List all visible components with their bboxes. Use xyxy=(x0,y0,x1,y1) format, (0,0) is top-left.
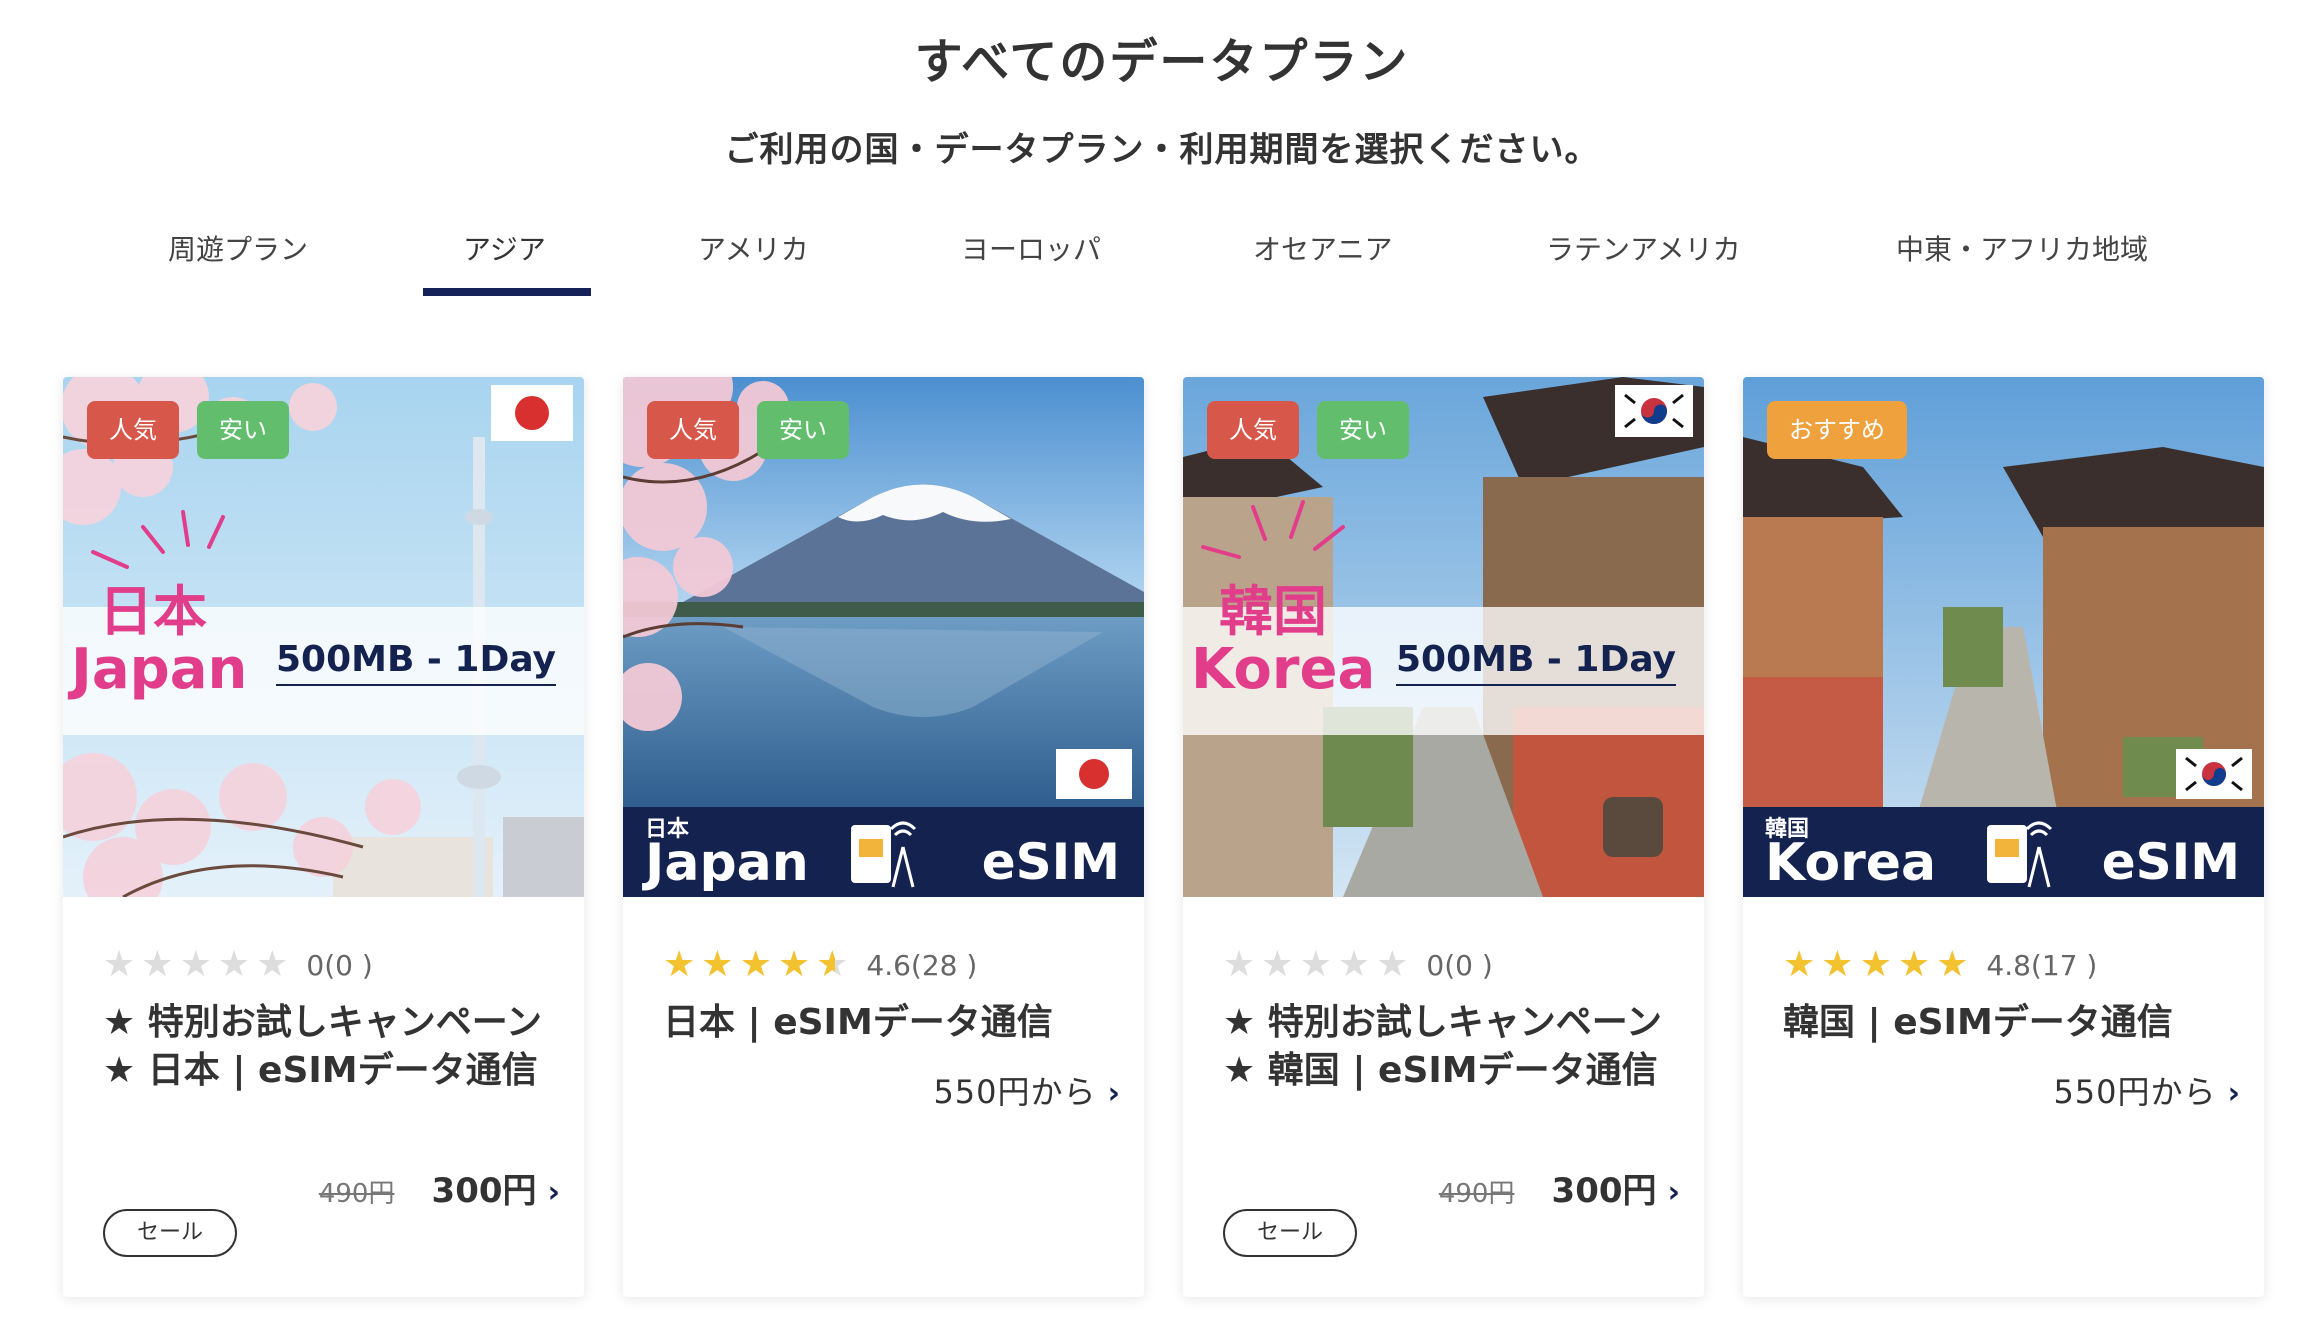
star-icon: ★ xyxy=(1897,944,1931,985)
sale-tag: セール xyxy=(1223,1209,1357,1257)
esim-banner: 日本 Japan eSIM xyxy=(623,807,1144,897)
active-tab-indicator xyxy=(423,288,591,296)
star-icon: ★ xyxy=(1859,944,1892,985)
star-icon: ★ xyxy=(1337,944,1371,985)
price-from: 550円から xyxy=(2053,1073,2217,1111)
price-row: 550円から › xyxy=(933,1067,1120,1113)
star-icon: ★ xyxy=(103,944,136,985)
plan-title[interactable]: 日本 | eSIMデータ通信 xyxy=(663,999,1103,1047)
rating: ★ ★ ★ ★ ★ 0(0 ) xyxy=(1223,947,1493,983)
plan-image: 韓国 Korea eSIM おすすめ xyxy=(1743,377,2264,897)
japan-flag-icon xyxy=(491,385,573,441)
tab-america[interactable]: アメリカ xyxy=(698,228,809,268)
page-subtitle: ご利用の国・データプラン・利用期間を選択ください。 xyxy=(724,130,1600,170)
plan-image: 韓国 Korea 500MB - 1Day 人気 安い xyxy=(1183,377,1704,897)
old-price: 490円 xyxy=(318,1179,395,1209)
badge-popular: 人気 xyxy=(647,401,739,459)
star-icon: ★ xyxy=(777,944,811,985)
korea-flag-icon xyxy=(1615,385,1693,437)
badge-recommended: おすすめ xyxy=(1767,401,1907,459)
sale-tag: セール xyxy=(103,1209,237,1257)
image-data-label: 500MB - 1Day xyxy=(1395,639,1676,686)
chevron-right-icon[interactable]: › xyxy=(1668,1175,1680,1210)
star-icon: ★ xyxy=(663,944,696,985)
rating-text: 4.8(17 ) xyxy=(1986,948,2098,982)
banner-country-en: Japan xyxy=(645,833,809,893)
badge-popular: 人気 xyxy=(87,401,179,459)
plan-card-korea-esim[interactable]: 韓国 Korea eSIM おすすめ ★ ★ ★ ★ ★ 4.8(17 ) 韓国… xyxy=(1743,377,2264,1297)
star-icon: ★ xyxy=(1376,944,1409,985)
star-icon: ★ xyxy=(701,944,734,985)
badge-popular: 人気 xyxy=(1207,401,1299,459)
price-row: 490円 300円 › xyxy=(1439,1163,1680,1212)
image-country-en: Japan xyxy=(71,637,248,702)
badge-cheap: 安い xyxy=(1317,401,1409,459)
tab-latin-america[interactable]: ラテンアメリカ xyxy=(1546,228,1741,268)
tab-asia[interactable]: アジア xyxy=(463,228,546,268)
page-title: すべてのデータプラン xyxy=(914,34,1410,90)
chevron-right-icon[interactable]: › xyxy=(1108,1076,1120,1111)
rating: ★ ★ ★ ★ ★ 4.8(17 ) xyxy=(1783,947,2097,983)
star-icon: ★ xyxy=(179,944,212,985)
star-icon: ★ xyxy=(1821,944,1854,985)
banner-esim-label: eSIM xyxy=(981,833,1120,891)
image-country-jp: 韓国 xyxy=(1219,580,1327,643)
rating-text: 4.6(28 ) xyxy=(866,948,978,982)
plan-image: 日本 Japan eSIM 人気 安い xyxy=(623,377,1144,897)
plan-title[interactable]: ★ 特別お試しキャンペーン ★ 韓国 | eSIMデータ通信 xyxy=(1223,999,1663,1095)
price-from: 550円から xyxy=(933,1073,1097,1111)
star-icon: ★ xyxy=(141,944,174,985)
plan-card-korea-trial[interactable]: 韓国 Korea 500MB - 1Day 人気 安い ★ ★ ★ ★ ★ 0(… xyxy=(1183,377,1704,1297)
chevron-right-icon[interactable]: › xyxy=(2228,1076,2240,1111)
rating-text: 0(0 ) xyxy=(1426,948,1493,982)
tab-oceania[interactable]: オセアニア xyxy=(1253,228,1392,268)
sim-signal-icon xyxy=(1983,817,2059,891)
image-data-label: 500MB - 1Day xyxy=(275,639,556,686)
star-icon: ★ xyxy=(1261,944,1294,985)
old-price: 490円 xyxy=(1438,1179,1515,1209)
region-tabs: 周遊プラン アジア アメリカ ヨーロッパ オセアニア ラテンアメリカ 中東・アフ… xyxy=(0,228,2324,298)
plan-image: 日本 Japan 500MB - 1Day 人気 安い xyxy=(63,377,584,897)
chevron-right-icon[interactable]: › xyxy=(548,1175,560,1210)
star-icon: ★ xyxy=(1936,944,1969,985)
badge-cheap: 安い xyxy=(197,401,289,459)
price-row: 550円から › xyxy=(2053,1067,2240,1113)
japan-flag-icon xyxy=(1056,749,1132,799)
badge-cheap: 安い xyxy=(757,401,849,459)
rating: ★ ★ ★ ★ ★ 4.6(28 ) xyxy=(663,947,977,983)
star-icon: ★ xyxy=(1223,944,1256,985)
star-icon: ★ xyxy=(1783,944,1816,985)
korea-flag-icon xyxy=(2176,749,2252,799)
plan-title[interactable]: ★ 特別お試しキャンペーン ★ 日本 | eSIMデータ通信 xyxy=(103,999,543,1095)
image-country-en: Korea xyxy=(1191,637,1376,702)
star-icon: ★ xyxy=(1299,944,1332,985)
image-country-jp: 日本 xyxy=(99,580,207,643)
plan-card-japan-trial[interactable]: 日本 Japan 500MB - 1Day 人気 安い ★ ★ ★ ★ ★ 0(… xyxy=(63,377,584,1297)
banner-country-en: Korea xyxy=(1765,833,1937,893)
plan-card-japan-esim[interactable]: 日本 Japan eSIM 人気 安い ★ ★ ★ ★ ★ 4.6(28 ) 日… xyxy=(623,377,1144,1297)
star-half-icon: ★ xyxy=(816,944,849,985)
rating-text: 0(0 ) xyxy=(306,948,373,982)
sale-price: 300円 xyxy=(1551,1171,1657,1211)
price-row: 490円 300円 › xyxy=(319,1163,560,1212)
sim-signal-icon xyxy=(847,817,923,891)
banner-esim-label: eSIM xyxy=(2101,833,2240,891)
star-icon: ★ xyxy=(217,944,251,985)
tab-europe[interactable]: ヨーロッパ xyxy=(961,228,1101,268)
tab-shuyu[interactable]: 周遊プラン xyxy=(168,228,308,268)
star-icon: ★ xyxy=(739,944,772,985)
rating: ★ ★ ★ ★ ★ 0(0 ) xyxy=(103,947,373,983)
sale-price: 300円 xyxy=(431,1171,537,1211)
esim-banner: 韓国 Korea eSIM xyxy=(1743,807,2264,897)
star-icon: ★ xyxy=(256,944,289,985)
tab-middle-east-africa[interactable]: 中東・アフリカ地域 xyxy=(1896,228,2148,268)
plan-title[interactable]: 韓国 | eSIMデータ通信 xyxy=(1783,999,2223,1047)
